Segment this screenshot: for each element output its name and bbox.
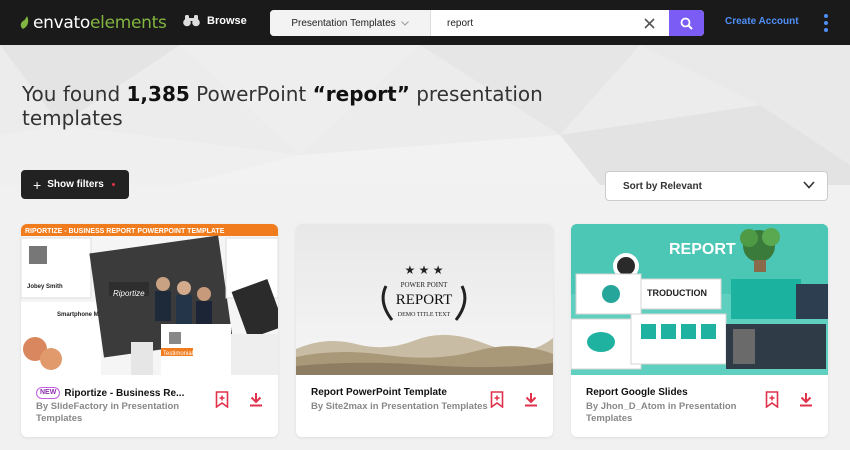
category-label: Presentation Templates bbox=[291, 17, 396, 29]
show-filters-button[interactable]: + Show filters bbox=[21, 170, 129, 199]
bookmark-plus-icon bbox=[765, 390, 779, 408]
new-badge: NEW bbox=[36, 387, 61, 399]
results-prefix: You found bbox=[22, 82, 121, 106]
search-icon bbox=[680, 17, 693, 30]
card-thumbnail[interactable]: ★ ★ ★ POWER POINT REPORT DEMO TITLE TEXT bbox=[296, 224, 553, 375]
results-headline: You found 1,385 PowerPoint “report” pres… bbox=[22, 82, 582, 130]
kebab-menu-icon[interactable] bbox=[822, 14, 830, 32]
logo-main-text: envato bbox=[33, 13, 90, 33]
leaf-icon bbox=[20, 16, 29, 29]
close-icon bbox=[643, 17, 655, 29]
bookmark-plus-icon bbox=[490, 390, 504, 408]
thumb-label: TRODUCTION bbox=[647, 288, 707, 298]
download-button[interactable] bbox=[523, 390, 539, 408]
download-button[interactable] bbox=[248, 390, 264, 408]
sort-label: Sort by Relevant bbox=[623, 180, 702, 192]
category-select[interactable]: Presentation Templates bbox=[270, 10, 431, 36]
chevron-down-icon bbox=[803, 181, 815, 189]
card-thumbnail[interactable]: RIPORTIZE - BUSINESS REPORT POWERPOINT T… bbox=[21, 224, 278, 375]
result-card[interactable]: RIPORTIZE - BUSINESS REPORT POWERPOINT T… bbox=[21, 224, 278, 437]
results-middle: PowerPoint bbox=[196, 82, 307, 106]
download-icon bbox=[800, 392, 812, 406]
card-author[interactable]: By Jhon_D_Atom in Presentation Templates bbox=[586, 401, 776, 425]
thumb-label: REPORT bbox=[669, 241, 736, 258]
result-card[interactable]: ★ ★ ★ POWER POINT REPORT DEMO TITLE TEXT… bbox=[296, 224, 553, 437]
card-author[interactable]: By Site2max in Presentation Templates bbox=[311, 401, 501, 413]
binoculars-icon bbox=[183, 15, 200, 27]
card-actions bbox=[214, 390, 264, 408]
card-title[interactable]: NEW Riportize - Business Re... bbox=[36, 387, 184, 399]
thumb-label: REPORT bbox=[396, 292, 453, 308]
card-title-text: Report PowerPoint Template bbox=[311, 387, 447, 398]
clear-search-button[interactable] bbox=[636, 10, 662, 36]
results-query: “report” bbox=[312, 82, 410, 106]
thumb-banner-text: RIPORTIZE - BUSINESS REPORT POWERPOINT T… bbox=[25, 228, 225, 235]
add-to-collection-button[interactable] bbox=[764, 390, 780, 408]
plus-icon: + bbox=[33, 176, 42, 193]
download-button[interactable] bbox=[798, 390, 814, 408]
card-thumbnail[interactable]: REPORT TRODUCTION bbox=[571, 224, 828, 375]
thumb-label: Riportize bbox=[113, 289, 145, 298]
filter-indicator-dot bbox=[111, 183, 115, 186]
top-navigation-bar: envatoelements Browse Presentation Templ… bbox=[0, 0, 850, 45]
thumb-label: DEMO TITLE TEXT bbox=[398, 312, 451, 318]
add-to-collection-button[interactable] bbox=[214, 390, 230, 408]
browse-label: Browse bbox=[207, 14, 247, 27]
download-icon bbox=[250, 392, 262, 406]
search-button[interactable] bbox=[669, 10, 704, 36]
card-title-text: Riportize - Business Re... bbox=[64, 387, 185, 399]
download-icon bbox=[525, 392, 537, 406]
search-bar: Presentation Templates report bbox=[270, 10, 704, 36]
logo-sub-text: elements bbox=[89, 13, 167, 33]
sort-select[interactable]: Sort by Relevant bbox=[605, 171, 828, 201]
result-card[interactable]: REPORT TRODUCTION Report Google Slides B… bbox=[571, 224, 828, 437]
add-to-collection-button[interactable] bbox=[489, 390, 505, 408]
bookmark-plus-icon bbox=[215, 390, 229, 408]
card-actions bbox=[489, 390, 539, 408]
chevron-down-icon bbox=[400, 20, 409, 26]
star-icon: ★ ★ ★ bbox=[405, 263, 444, 277]
show-filters-label: Show filters bbox=[47, 179, 104, 190]
card-author[interactable]: By SlideFactory in Presentation Template… bbox=[36, 401, 226, 425]
create-account-link[interactable]: Create Account bbox=[725, 16, 799, 27]
card-title[interactable]: Report Google Slides bbox=[586, 387, 688, 398]
thumb-label: Testimonial bbox=[163, 351, 193, 357]
envato-elements-logo[interactable]: envatoelements bbox=[20, 11, 167, 35]
card-actions bbox=[764, 390, 814, 408]
results-count: 1,385 bbox=[126, 82, 190, 106]
card-title[interactable]: Report PowerPoint Template bbox=[311, 387, 447, 398]
browse-button[interactable]: Browse bbox=[183, 14, 247, 27]
thumb-label: Jobey Smith bbox=[27, 284, 63, 290]
card-title-text: Report Google Slides bbox=[586, 387, 688, 398]
search-query: report bbox=[447, 17, 474, 29]
thumb-label: POWER POINT bbox=[401, 281, 449, 289]
search-input[interactable]: report bbox=[431, 10, 704, 36]
